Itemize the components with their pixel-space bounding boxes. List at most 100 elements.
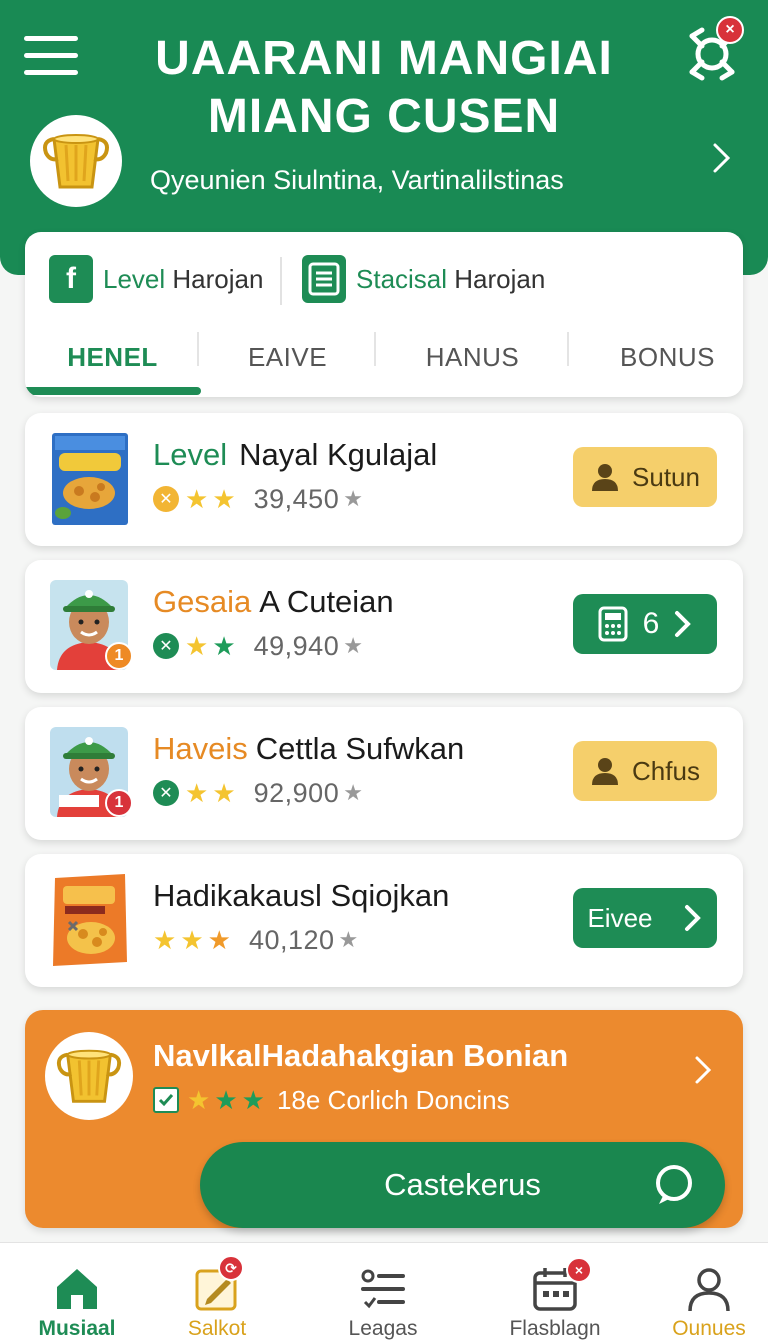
star-icon: ★ — [214, 1085, 238, 1115]
item-title: Hadikakausl Sqiojkan — [153, 878, 450, 913]
list-icon — [361, 1269, 405, 1309]
star-icon: ★ — [207, 925, 231, 955]
chip-level-harojan[interactable]: f Level Harojan — [49, 254, 263, 304]
notification-badge: × — [716, 16, 744, 44]
nav-item-edit[interactable]: ⟳ Salkot — [140, 1243, 294, 1344]
nav-item-profile[interactable]: Ounues — [632, 1243, 768, 1344]
tab-hanus[interactable]: HANUS — [385, 332, 560, 382]
star-icon: ★ — [343, 486, 363, 511]
chip-divider — [280, 257, 282, 305]
chip-stacisal-harojan[interactable]: Stacisal Harojan — [302, 254, 545, 304]
active-tab-indicator — [25, 387, 201, 395]
promo-rating-text: 18e Corlich Doncins — [276, 1084, 510, 1115]
green-check-icon: ✕ — [153, 780, 179, 806]
chat-bubble-icon — [656, 1165, 692, 1204]
scan-button[interactable]: × — [684, 16, 744, 82]
count-badge: 1 — [105, 642, 133, 670]
list-item[interactable]: 1 Haveis Cettla Sufwkan ✕ ★ ★ 92,900 ★ Ch… — [25, 707, 743, 840]
tab-eaive[interactable]: EAIVE — [200, 332, 375, 382]
chevron-right-icon[interactable] — [710, 140, 734, 176]
item-title: Haveis Cettla Sufwkan — [153, 731, 465, 766]
star-icon: ★ — [180, 925, 204, 955]
tab-henel[interactable]: HENEL — [25, 332, 200, 382]
nav-item-calendar[interactable]: × Flasblagn — [478, 1243, 632, 1344]
facebook-icon: f — [49, 255, 93, 303]
nav-item-list[interactable]: Leagas — [306, 1243, 460, 1344]
promo-banner[interactable]: NavlkalHadahakgian Bonian ★ ★ ★ 18e Corl… — [25, 1010, 743, 1228]
promo-cta-button[interactable]: Castekerus — [200, 1142, 725, 1228]
chevron-right-icon[interactable] — [693, 1054, 713, 1086]
tab-separator — [374, 332, 376, 366]
chip-label: Stacisal Harojan — [356, 263, 546, 294]
menu-icon[interactable] — [24, 36, 78, 76]
person-icon — [592, 758, 619, 785]
chevron-right-icon — [675, 611, 692, 637]
item-action-button[interactable]: 6 — [573, 594, 717, 654]
list-item[interactable]: Hadikakausl Sqiojkan ★ ★ ★ 40,120 ★ Eive… — [25, 854, 743, 987]
item-rating: ★ ★ ★ 40,120 ★ — [153, 924, 358, 956]
snack-bag-image — [49, 872, 131, 968]
star-icon: ★ — [343, 780, 363, 805]
nav-label: Salkot — [187, 1317, 247, 1340]
star-icon: ★ — [241, 1085, 265, 1115]
nav-item-home[interactable]: Musiaal — [0, 1243, 154, 1344]
nav-label: Leagas — [348, 1317, 418, 1340]
checkbox-icon — [153, 1087, 179, 1113]
star-icon: ★ — [212, 631, 236, 661]
star-icon: ★ — [338, 927, 359, 952]
title-line-2: MIANG CUSEN — [207, 90, 561, 143]
calculator-icon — [598, 606, 628, 642]
orange-check-icon: ✕ — [153, 486, 179, 512]
item-action-button[interactable]: Sutun — [573, 447, 717, 507]
list-item[interactable]: 1 Gesaia A Cuteian ✕ ★ ★ 49,940 ★ 6 — [25, 560, 743, 693]
star-icon: ★ — [187, 1085, 211, 1115]
star-icon: ★ — [185, 778, 209, 808]
trophy-cup-icon — [43, 134, 109, 189]
item-action-button[interactable]: Chfus — [573, 741, 717, 801]
star-icon: ★ — [153, 925, 177, 955]
promo-rating: ★ ★ ★ 18e Corlich Doncins — [153, 1084, 510, 1116]
review-count: 39,450 — [253, 483, 340, 514]
item-rating: ✕ ★ ★ 92,900 ★ — [153, 777, 363, 809]
home-icon — [57, 1269, 97, 1309]
star-icon: ★ — [343, 633, 363, 658]
item-action-button[interactable]: Eivee — [573, 888, 717, 948]
tab-separator — [197, 332, 199, 366]
action-label: Sutun — [632, 461, 700, 492]
tab-bonus[interactable]: BONUS — [580, 332, 743, 382]
item-title: Gesaia A Cuteian — [153, 584, 394, 619]
trophy-cup-icon — [56, 1049, 122, 1103]
star-icon: ★ — [185, 631, 209, 661]
count-badge: 1 — [105, 789, 133, 817]
nav-label: Musiaal — [38, 1317, 116, 1340]
cta-label: Castekerus — [384, 1167, 541, 1202]
list-item[interactable]: Level Nayal Kgulajal ✕ ★ ★ 39,450 ★ Sutun — [25, 413, 743, 546]
chip-label: Level Harojan — [103, 263, 264, 294]
promo-title: NavlkalHadahakgian Bonian — [153, 1038, 569, 1073]
review-count: 49,940 — [253, 630, 340, 661]
action-label: 6 — [642, 607, 660, 640]
filter-card: f Level Harojan Stacisal Harojan HENEL E… — [25, 232, 743, 397]
snack-bag-image — [49, 431, 131, 527]
nav-badge: × — [566, 1257, 592, 1283]
star-icon: ★ — [185, 484, 209, 514]
title-line-1: UAARANI MANGIAI — [155, 32, 613, 85]
bottom-nav: Musiaal ⟳ Salkot Leagas × Flasblagn Ounu… — [0, 1242, 768, 1344]
review-count: 40,120 — [248, 924, 335, 955]
avatar: 1 — [49, 725, 133, 821]
avatar: 1 — [49, 578, 133, 674]
tab-separator — [567, 332, 569, 366]
action-label: Chfus — [632, 755, 700, 786]
nav-label: Flasblagn — [509, 1317, 601, 1340]
item-title: Level Nayal Kgulajal — [153, 437, 438, 472]
item-rating: ✕ ★ ★ 49,940 ★ — [153, 630, 363, 662]
trophy-avatar — [45, 1032, 133, 1120]
star-icon: ★ — [212, 778, 236, 808]
document-list-icon — [302, 255, 346, 303]
nav-label: Ounues — [672, 1317, 746, 1340]
nav-badge: ⟳ — [218, 1255, 244, 1281]
chevron-right-icon — [684, 905, 701, 931]
review-count: 92,900 — [253, 777, 340, 808]
star-icon: ★ — [212, 484, 236, 514]
item-rating: ✕ ★ ★ 39,450 ★ — [153, 483, 363, 515]
